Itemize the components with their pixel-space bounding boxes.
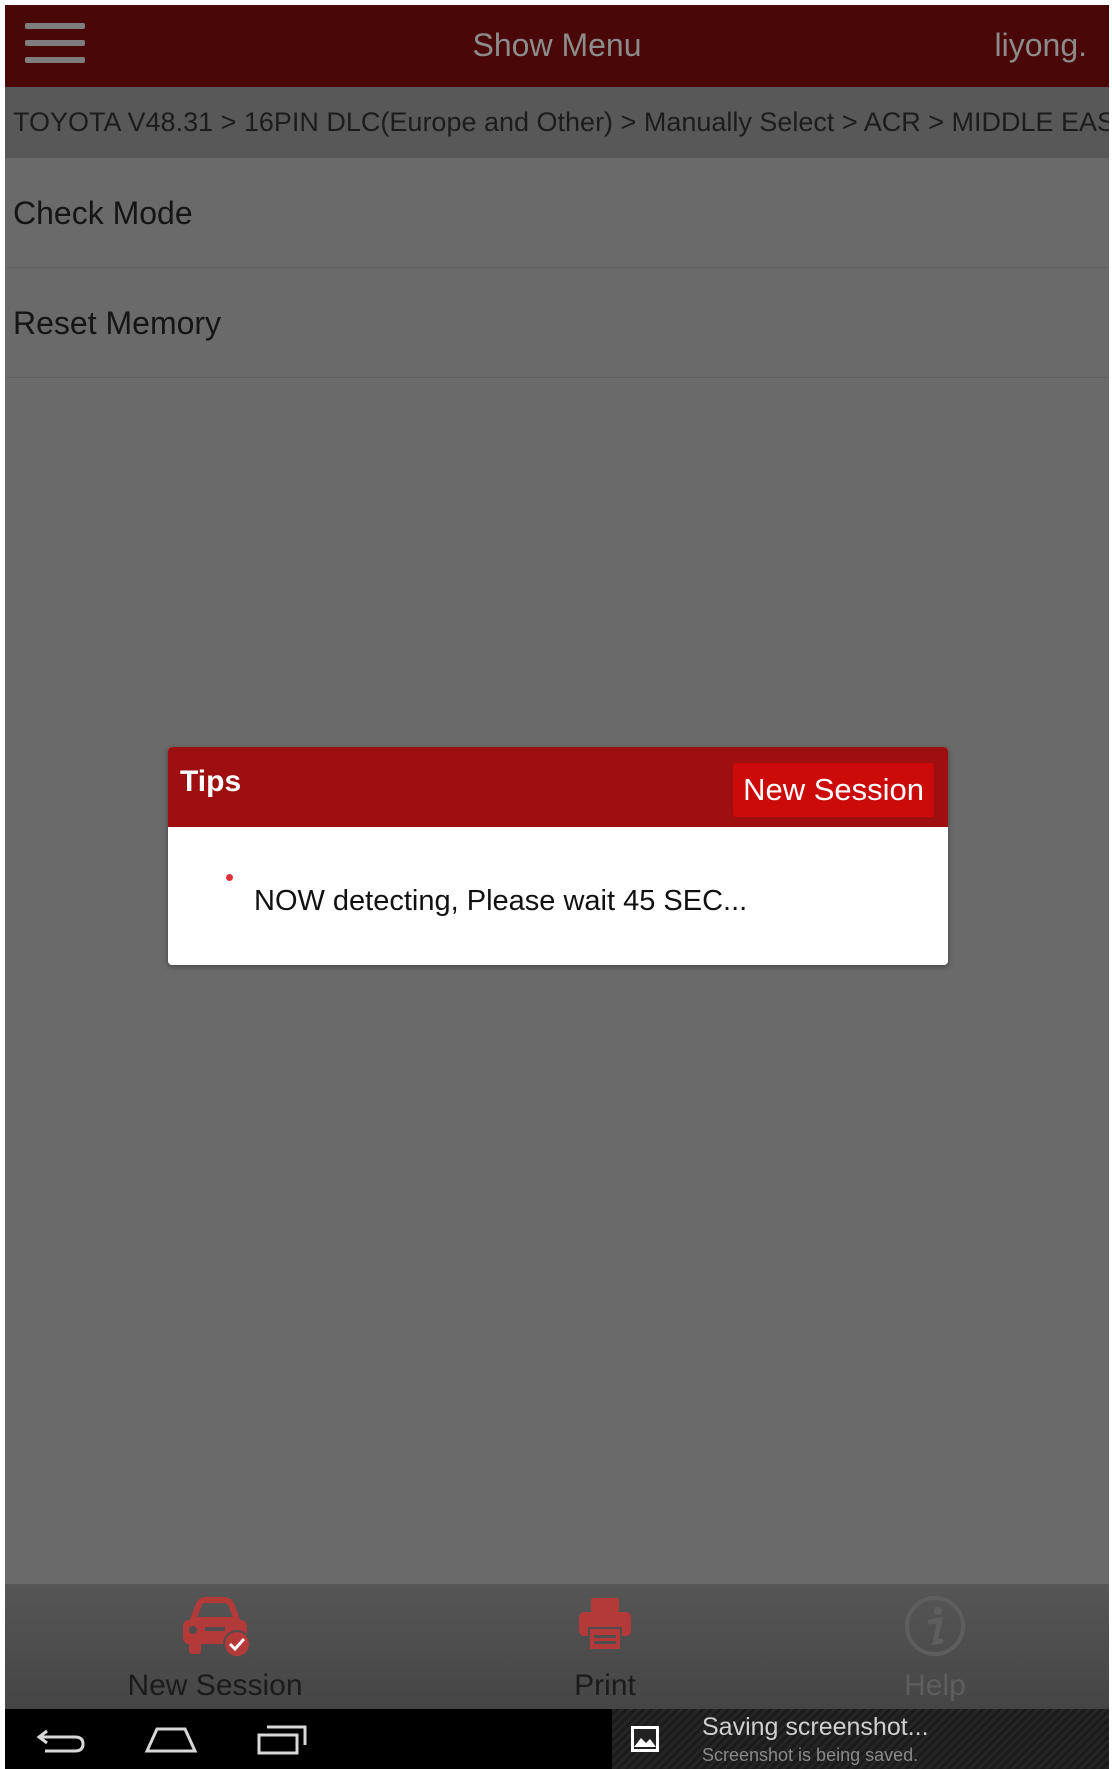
dialog-title: Tips bbox=[180, 765, 242, 798]
notification-title: Saving screenshot... bbox=[702, 1713, 929, 1741]
printer-icon bbox=[579, 1598, 631, 1651]
menu-item-check-mode[interactable]: Check Mode bbox=[5, 158, 1109, 268]
recent-apps-icon[interactable] bbox=[255, 1723, 311, 1757]
notification-subtitle: Screenshot is being saved. bbox=[702, 1745, 919, 1765]
help-button[interactable]: Help bbox=[845, 1584, 1025, 1709]
app-screen: Show Menu liyong. TOYOTA V48.31 > 16PIN … bbox=[5, 5, 1109, 1769]
app-header: Show Menu liyong. bbox=[5, 5, 1109, 87]
dialog-message: NOW detecting, Please wait 45 SEC... bbox=[254, 885, 748, 917]
screenshot-notification[interactable]: Saving screenshot... Screenshot is being… bbox=[612, 1709, 1109, 1769]
image-icon bbox=[631, 1726, 659, 1752]
print-button[interactable]: Print bbox=[505, 1584, 705, 1709]
dialog-header: Tips New Session bbox=[168, 747, 948, 827]
help-label: Help bbox=[904, 1669, 966, 1702]
tips-dialog: Tips New Session NOW detecting, Please w… bbox=[168, 747, 948, 965]
bottom-toolbar: New Session Print Help bbox=[5, 1584, 1109, 1709]
header-title[interactable]: Show Menu bbox=[5, 27, 1109, 64]
new-session-button[interactable]: New Session bbox=[105, 1584, 325, 1709]
info-icon bbox=[905, 1596, 965, 1656]
back-icon[interactable] bbox=[35, 1723, 87, 1757]
user-name: liyong. bbox=[994, 27, 1088, 63]
loading-spinner-icon bbox=[226, 874, 233, 881]
print-label: Print bbox=[574, 1669, 636, 1702]
car-check-icon bbox=[183, 1597, 251, 1658]
android-nav-bar: Saving screenshot... Screenshot is being… bbox=[5, 1709, 1109, 1769]
home-icon[interactable] bbox=[143, 1723, 199, 1757]
new-session-dialog-button[interactable]: New Session bbox=[733, 763, 934, 817]
breadcrumb: TOYOTA V48.31 > 16PIN DLC(Europe and Oth… bbox=[5, 87, 1109, 158]
menu-item-reset-memory[interactable]: Reset Memory bbox=[5, 268, 1109, 378]
new-session-label: New Session bbox=[127, 1669, 303, 1702]
